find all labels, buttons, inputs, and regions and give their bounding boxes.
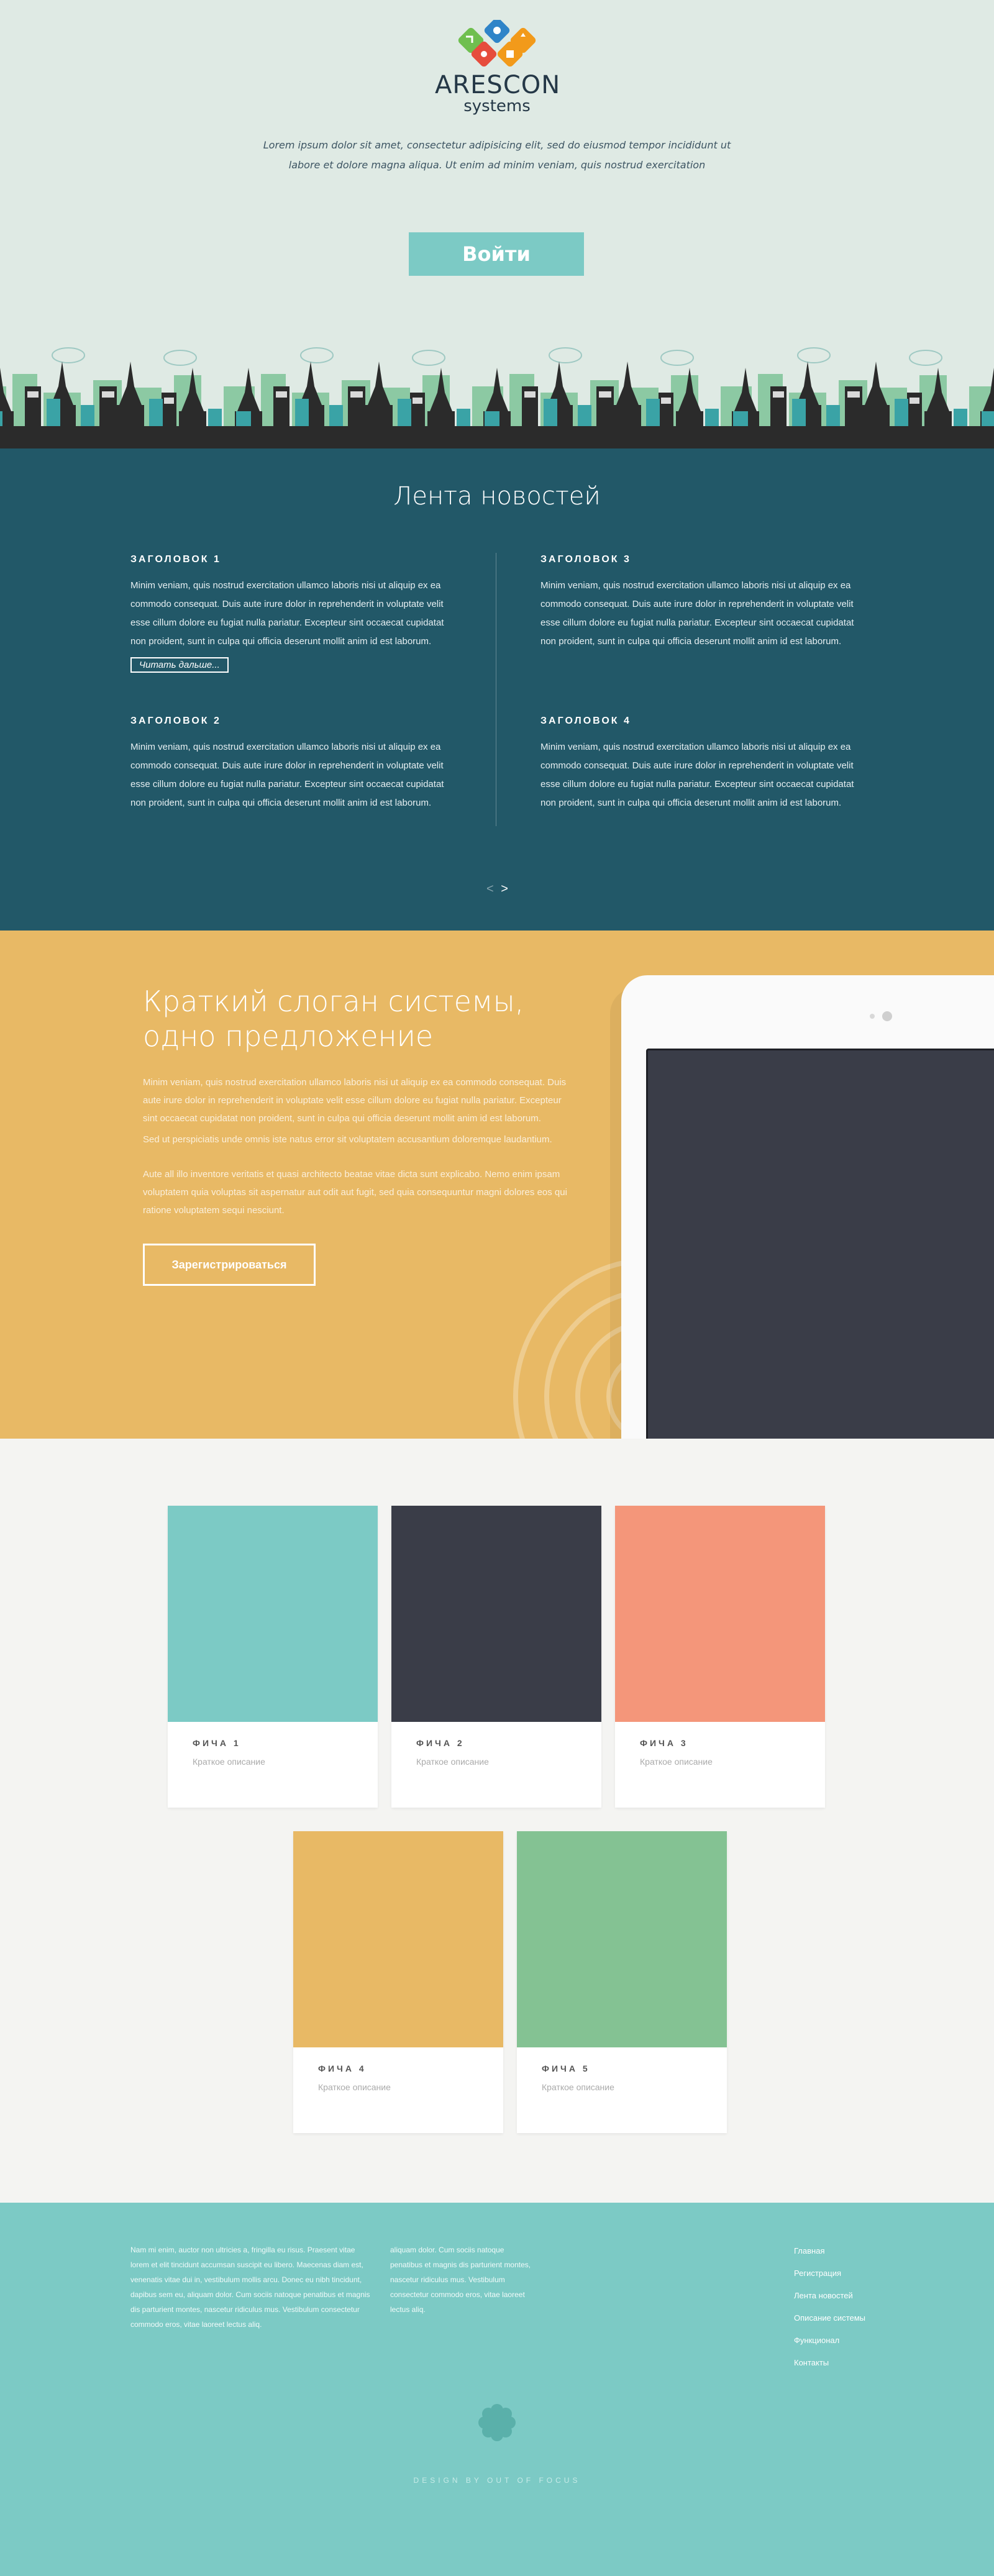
footer-link-features[interactable]: Функционал [794,2329,865,2352]
tablet-camera [882,1011,892,1021]
feature-image [293,1831,503,2047]
footer: Nam mi enim, auctor non ultricies a, fri… [0,2203,994,2576]
logo-icon [458,20,536,67]
feature-image [168,1506,378,1722]
footer-link-home[interactable]: Главная [794,2240,865,2262]
hero-section: ARESCON systems Lorem ipsum dolor sit am… [0,0,994,455]
news-heading: ЗАГОЛОВОК 1 [130,554,221,565]
news-body: Minim veniam, quis nostrud exercitation … [540,580,854,647]
tablet-illustration [621,975,994,1439]
login-button[interactable]: Войти [409,232,584,276]
news-title: Лента новостей [393,482,601,511]
footer-link-contacts[interactable]: Контакты [794,2352,865,2374]
hero-tagline: Lorem ipsum dolor sit amet, consectetur … [263,139,731,171]
feature-desc: Краткое описание [416,1757,489,1767]
signup-button[interactable]: Зарегистрироваться [143,1244,316,1286]
features-section: ФИЧА 1 Краткое описание ФИЧА 2 Краткое о… [0,1439,994,2203]
feature-desc: Краткое описание [542,2082,614,2092]
feature-card-1[interactable]: ФИЧА 1 Краткое описание [168,1506,378,1808]
design-credit: DESIGN BY OUT OF FOCUS [413,2476,581,2485]
feature-image [391,1506,601,1722]
promo-section: Краткий слоган системы, одно предложение… [0,931,994,1439]
feature-title: ФИЧА 1 [193,1738,241,1748]
feature-card-2[interactable]: ФИЧА 2 Краткое описание [391,1506,601,1808]
feature-card-4[interactable]: ФИЧА 4 Краткое описание [293,1831,503,2133]
tablet-sensor [870,1014,875,1019]
pager-next-button[interactable]: > [501,882,508,896]
footer-link-register[interactable]: Регистрация [794,2262,865,2285]
news-item-4: ЗАГОЛОВОК 4 Minim veniam, quis nostrud e… [540,716,864,812]
feature-title: ФИЧА 4 [318,2064,367,2073]
logo-name: ARESCON [435,71,561,99]
footer-nav: Главная Регистрация Лента новостей Описа… [794,2240,865,2374]
news-section: Лента новостей ЗАГОЛОВОК 1 Minim veniam,… [0,455,994,931]
news-body: Minim veniam, quis nostrud exercitation … [540,742,854,808]
promo-paragraph-1: Minim veniam, quis nostrud exercitation … [143,1077,567,1124]
feature-desc: Краткое описание [193,1757,265,1767]
tablet-screen [646,1049,994,1439]
news-item-3: ЗАГОЛОВОК 3 Minim veniam, quis nostrud e… [540,554,864,651]
promo-slogan: Краткий слоган системы, одно предложение [143,985,524,1053]
footer-text-1: Nam mi enim, auctor non ultricies a, fri… [130,2246,370,2329]
logo-subtitle: systems [463,97,531,116]
flower-logo-icon [478,2404,516,2441]
news-pager: < > [485,882,510,896]
feature-title: ФИЧА 2 [416,1738,465,1748]
feature-desc: Краткое описание [318,2082,391,2092]
feature-desc: Краткое описание [640,1757,713,1767]
promo-paragraph-3: Aute all illo inventore veritatis et qua… [143,1169,567,1216]
logo[interactable]: ARESCON systems [435,20,561,116]
feature-image [615,1506,825,1722]
feature-title: ФИЧА 3 [640,1738,688,1748]
news-heading: ЗАГОЛОВОК 2 [130,716,221,726]
news-item-1: ЗАГОЛОВОК 1 Minim veniam, quis nostrud e… [130,554,454,673]
city-skyline-illustration [0,347,994,455]
news-heading: ЗАГОЛОВОК 3 [540,554,631,565]
feature-card-3[interactable]: ФИЧА 3 Краткое описание [615,1506,825,1808]
feature-title: ФИЧА 5 [542,2064,590,2073]
feature-image [517,1831,727,2047]
footer-link-about[interactable]: Описание системы [794,2307,865,2329]
footer-link-news[interactable]: Лента новостей [794,2285,865,2307]
promo-paragraph-2: Sed ut perspiciatis unde omnis iste natu… [143,1134,552,1145]
news-item-2: ЗАГОЛОВОК 2 Minim veniam, quis nostrud e… [130,716,454,812]
read-more-button[interactable]: Читать дальше... [130,657,229,673]
pager-prev-button[interactable]: < [486,882,494,896]
news-body: Minim veniam, quis nostrud exercitation … [130,580,444,647]
feature-card-5[interactable]: ФИЧА 5 Краткое описание [517,1831,727,2133]
news-body: Minim veniam, quis nostrud exercitation … [130,742,444,808]
news-heading: ЗАГОЛОВОК 4 [540,716,631,726]
footer-text-2: aliquam dolor. Cum sociis natoque penati… [390,2246,531,2314]
